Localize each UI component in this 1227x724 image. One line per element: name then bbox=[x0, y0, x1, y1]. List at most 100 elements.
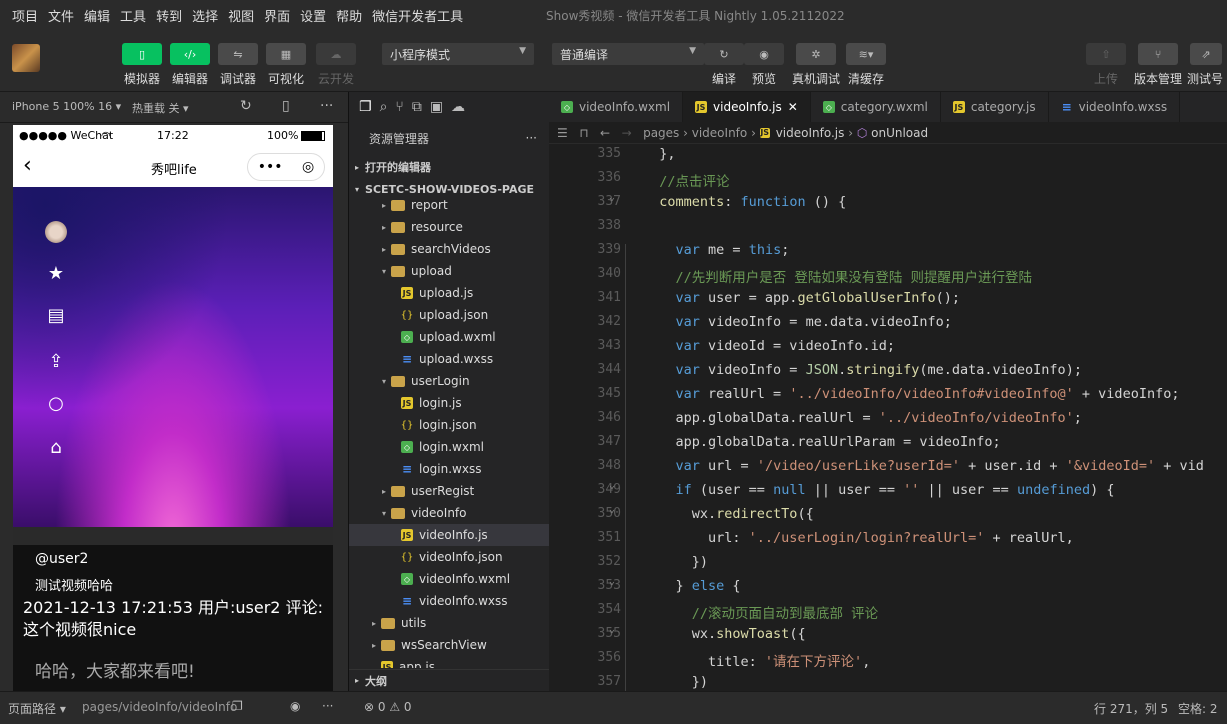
menu-item-2[interactable]: 编辑 bbox=[79, 6, 115, 25]
hot-reload-toggle[interactable]: 热重载 关 ▾ bbox=[132, 100, 189, 116]
eye-icon[interactable]: ◉ bbox=[290, 699, 300, 713]
video-player[interactable]: ★ ▤ ⇪ ○ ⌂ bbox=[13, 187, 333, 527]
phone-frame-icon[interactable]: ▯ bbox=[282, 98, 290, 114]
home-icon[interactable]: ⌂ bbox=[45, 437, 67, 459]
open-editors-section[interactable]: ▸ 打开的编辑器 bbox=[349, 156, 550, 178]
visual-toggle-button[interactable]: ▦ bbox=[266, 43, 306, 65]
menu-item-6[interactable]: 视图 bbox=[223, 6, 259, 25]
author-avatar[interactable] bbox=[45, 221, 67, 243]
editor-tab[interactable]: JS videoInfo.js ✕ bbox=[683, 92, 811, 122]
tree-item[interactable]: {} videoInfo.json bbox=[349, 546, 550, 568]
forward-arrow-icon[interactable]: → bbox=[622, 126, 632, 140]
breadcrumb-videoinfo[interactable]: videoInfo bbox=[692, 126, 748, 140]
tree-item[interactable]: JS app.js bbox=[349, 656, 550, 668]
back-arrow-icon[interactable]: ← bbox=[600, 126, 610, 140]
tree-item[interactable]: {} upload.json bbox=[349, 304, 550, 326]
test-account-button[interactable]: ⇗ bbox=[1190, 43, 1222, 65]
tree-item[interactable]: ≡ upload.wxss bbox=[349, 348, 550, 370]
menu-item-7[interactable]: 界面 bbox=[259, 6, 295, 25]
preview-button[interactable]: ◉ bbox=[744, 43, 784, 65]
tree-item[interactable]: ▾ upload bbox=[349, 260, 550, 282]
close-circle-icon[interactable]: ◎ bbox=[302, 159, 314, 175]
tree-item[interactable]: ≡ login.wxss bbox=[349, 458, 550, 480]
debug-icon[interactable]: ▣ bbox=[430, 99, 443, 115]
comment-icon[interactable]: ▤ bbox=[45, 305, 67, 327]
fold-icon[interactable]: ⌄ bbox=[609, 192, 615, 203]
video-author[interactable]: @user2 bbox=[35, 551, 88, 567]
close-icon[interactable]: ✕ bbox=[788, 100, 798, 114]
search-icon[interactable]: ○ bbox=[45, 393, 67, 415]
editor-tab[interactable]: ◇ category.wxml bbox=[811, 92, 941, 122]
bookmark-icon[interactable]: ⊓ bbox=[579, 126, 588, 140]
compile-button[interactable]: ↻ bbox=[704, 43, 744, 65]
upload-button[interactable]: ⇧ bbox=[1086, 43, 1126, 65]
tree-item[interactable]: JS login.js bbox=[349, 392, 550, 414]
tree-item[interactable]: ◇ login.wxml bbox=[349, 436, 550, 458]
menu-item-0[interactable]: 项目 bbox=[0, 6, 43, 25]
editor-tab[interactable]: ◇ videoInfo.wxml bbox=[549, 92, 684, 122]
tree-item[interactable]: ◇ videoInfo.wxml bbox=[349, 568, 550, 590]
star-icon[interactable]: ★ bbox=[45, 263, 67, 285]
compile-select[interactable]: 普通编译 ▼ bbox=[552, 43, 704, 65]
tree-item[interactable]: ▾ userLogin bbox=[349, 370, 550, 392]
tree-item[interactable]: ▸ utils bbox=[349, 612, 550, 634]
simulator-toggle-button[interactable]: ▯ bbox=[122, 43, 162, 65]
remote-debug-button[interactable]: ✲ bbox=[796, 43, 836, 65]
project-avatar[interactable] bbox=[12, 44, 40, 72]
share-icon[interactable]: ⇪ bbox=[45, 351, 67, 373]
breadcrumb-symbol[interactable]: onUnload bbox=[871, 126, 928, 140]
menu-dots-icon[interactable]: ••• bbox=[258, 159, 283, 175]
version-button[interactable]: ⑂ bbox=[1138, 43, 1178, 65]
device-select[interactable]: iPhone 5 100% 16 ▾ bbox=[12, 100, 121, 113]
capsule-menu[interactable]: ••• ◎ bbox=[247, 153, 325, 181]
clear-cache-button[interactable]: ≋▾ bbox=[846, 43, 886, 65]
problems-indicator[interactable]: ⊗ 0 ⚠ 0 bbox=[364, 700, 412, 714]
fold-icon[interactable]: ⌄ bbox=[609, 624, 615, 635]
editor-tab[interactable]: JS category.js bbox=[941, 92, 1049, 122]
cursor-position[interactable]: 行 271，列 5 bbox=[1094, 700, 1168, 717]
menu-item-5[interactable]: 选择 bbox=[187, 6, 223, 25]
list-icon[interactable]: ☰ bbox=[557, 126, 568, 140]
tree-item[interactable]: ▸ report bbox=[349, 194, 550, 216]
code-area[interactable]: 335 }, 336 //点击评论 337 ⌄ comments: function … bbox=[549, 144, 1227, 691]
menu-item-1[interactable]: 文件 bbox=[43, 6, 79, 25]
copy-icon[interactable]: ❐ bbox=[232, 699, 243, 713]
tree-item[interactable]: ▸ resource bbox=[349, 216, 550, 238]
rotate-icon[interactable]: ↻ bbox=[240, 98, 252, 114]
editor-tab[interactable]: ≡ videoInfo.wxss bbox=[1049, 92, 1181, 122]
fold-icon[interactable]: ⌄ bbox=[609, 480, 615, 491]
fold-icon[interactable]: ⌄ bbox=[609, 576, 615, 587]
tree-item[interactable]: JS videoInfo.js bbox=[349, 524, 550, 546]
extensions-icon[interactable]: ⧉ bbox=[412, 99, 422, 115]
tree-item[interactable]: ▸ wsSearchView bbox=[349, 634, 550, 656]
tree-item[interactable]: ▸ userRegist bbox=[349, 480, 550, 502]
tree-item[interactable]: ≡ videoInfo.wxss bbox=[349, 590, 550, 612]
cloud-dev-button[interactable]: ☁ bbox=[316, 43, 356, 65]
page-path-select[interactable]: 页面路径 ▾ bbox=[8, 700, 66, 717]
more-icon[interactable]: ··· bbox=[320, 98, 333, 114]
menu-item-3[interactable]: 工具 bbox=[115, 6, 151, 25]
breadcrumb-file[interactable]: videoInfo.js bbox=[776, 126, 845, 140]
mode-select[interactable]: 小程序模式 ▼ bbox=[382, 43, 534, 65]
more-icon[interactable]: ··· bbox=[322, 699, 333, 713]
cloud-icon[interactable]: ☁ bbox=[451, 99, 465, 115]
editor-toggle-button[interactable]: ‹/› bbox=[170, 43, 210, 65]
tree-item[interactable]: ▾ videoInfo bbox=[349, 502, 550, 524]
menu-item-4[interactable]: 转到 bbox=[151, 6, 187, 25]
debugger-toggle-button[interactable]: ⇋ bbox=[218, 43, 258, 65]
tree-item[interactable]: {} login.json bbox=[349, 414, 550, 436]
breadcrumb-pages[interactable]: pages bbox=[643, 126, 679, 140]
tree-item[interactable]: ◇ upload.wxml bbox=[349, 326, 550, 348]
more-icon[interactable]: ··· bbox=[526, 131, 537, 145]
outline-section[interactable]: ▸ 大纲 bbox=[349, 669, 550, 691]
menu-item-9[interactable]: 帮助 bbox=[331, 6, 367, 25]
back-icon[interactable]: ‹ bbox=[23, 153, 32, 178]
menu-item-8[interactable]: 设置 bbox=[295, 6, 331, 25]
search-icon[interactable]: ⌕ bbox=[380, 99, 388, 115]
tree-item[interactable]: JS upload.js bbox=[349, 282, 550, 304]
git-icon[interactable]: ⑂ bbox=[395, 99, 403, 115]
menu-item-10[interactable]: 微信开发者工具 bbox=[367, 6, 468, 25]
fold-icon[interactable]: ⌄ bbox=[609, 504, 615, 515]
files-icon[interactable]: ❐ bbox=[359, 99, 372, 115]
tree-item[interactable]: ▸ searchVideos bbox=[349, 238, 550, 260]
